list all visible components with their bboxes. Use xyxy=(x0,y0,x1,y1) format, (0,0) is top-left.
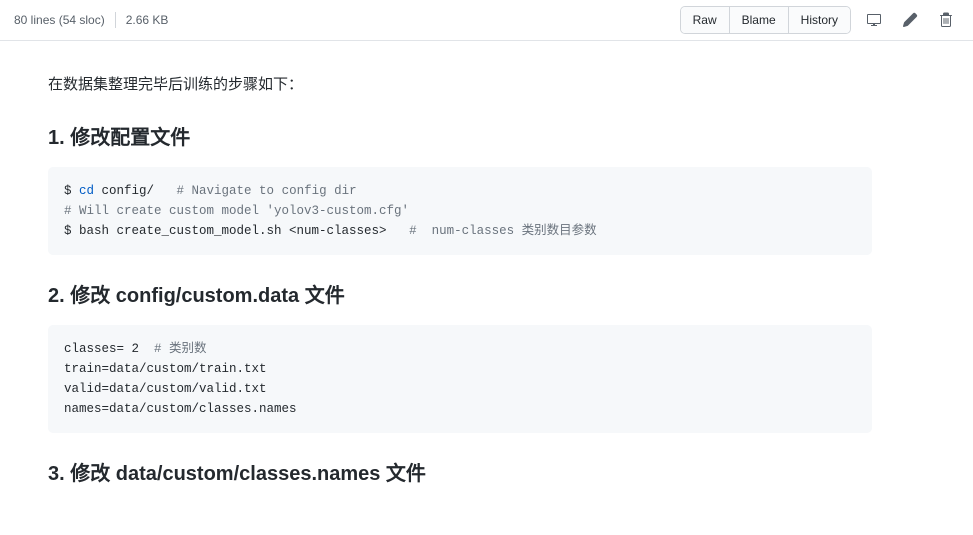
code-block-1: $ cd config/ # Navigate to config dir # … xyxy=(48,167,872,255)
code-block-2: classes= 2 # 类别数 train=data/custom/train… xyxy=(48,325,872,433)
divider xyxy=(115,12,116,28)
code-keyword: cd xyxy=(79,184,94,198)
code-text: names=data/custom/classes.names xyxy=(64,402,297,416)
pencil-icon[interactable] xyxy=(897,7,923,33)
code-comment: # num-classes 类别数目参数 xyxy=(409,224,597,238)
section-3-heading: 3. 修改 data/custom/classes.names 文件 xyxy=(48,461,872,487)
section-1-heading: 1. 修改配置文件 xyxy=(48,125,872,151)
code-text: train=data/custom/train.txt xyxy=(64,362,267,376)
code-comment: # Will create custom model 'yolov3-custo… xyxy=(64,204,409,218)
code-text: classes= 2 xyxy=(64,342,154,356)
code-comment: # 类别数 xyxy=(154,342,207,356)
blame-button[interactable]: Blame xyxy=(730,7,789,33)
file-header: 80 lines (54 sloc) 2.66 KB Raw Blame His… xyxy=(0,0,973,41)
code-text: $ bash create_custom_model.sh <num-class… xyxy=(64,224,409,238)
code-comment: # Navigate to config dir xyxy=(177,184,357,198)
section-2-heading: 2. 修改 config/custom.data 文件 xyxy=(48,283,872,309)
lines-count: 80 lines (54 sloc) xyxy=(14,13,105,27)
code-text: valid=data/custom/valid.txt xyxy=(64,382,267,396)
history-button[interactable]: History xyxy=(789,7,850,33)
file-info: 80 lines (54 sloc) 2.66 KB xyxy=(14,12,168,28)
file-actions: Raw Blame History xyxy=(680,6,959,34)
code-text: $ xyxy=(64,184,79,198)
desktop-icon[interactable] xyxy=(861,7,887,33)
button-group: Raw Blame History xyxy=(680,6,851,34)
trash-icon[interactable] xyxy=(933,7,959,33)
file-size: 2.66 KB xyxy=(126,13,169,27)
code-text: config/ xyxy=(94,184,177,198)
intro-paragraph: 在数据集整理完毕后训练的步骤如下： xyxy=(48,73,872,97)
readme-body: 在数据集整理完毕后训练的步骤如下： 1. 修改配置文件 $ cd config/… xyxy=(0,41,920,535)
raw-button[interactable]: Raw xyxy=(681,7,730,33)
